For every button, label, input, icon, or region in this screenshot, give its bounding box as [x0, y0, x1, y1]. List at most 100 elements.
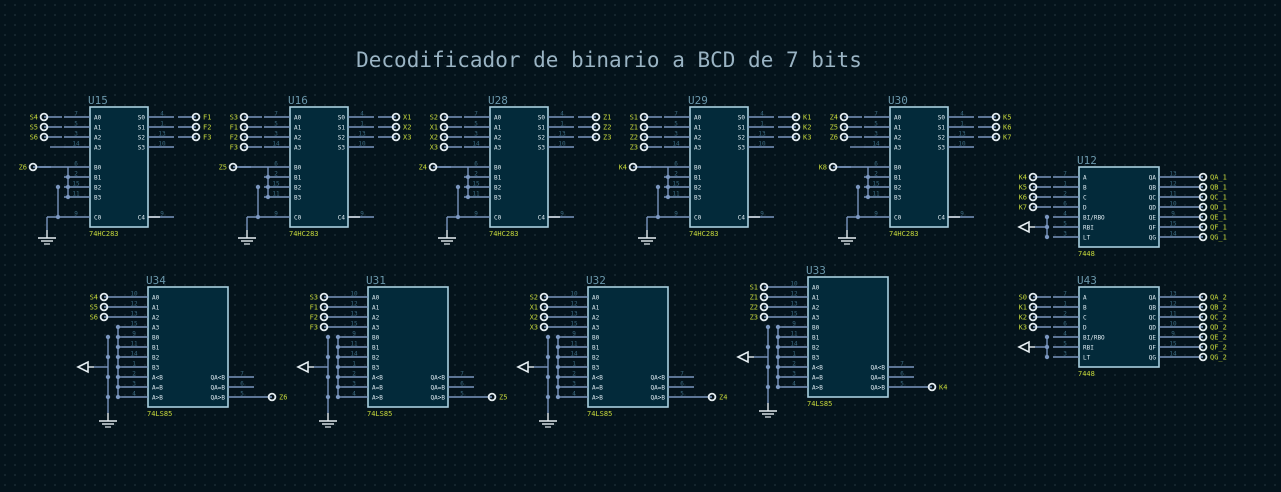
pin-name: B2 — [494, 185, 502, 192]
pin-name: QF — [1149, 225, 1157, 232]
pin-number: 7 — [874, 111, 878, 118]
net-label: Z6 — [19, 164, 27, 172]
junction-dot — [325, 374, 331, 380]
pin-number: 6 — [460, 381, 464, 388]
pin-name: C — [1083, 195, 1087, 202]
pin-number: 14 — [472, 141, 480, 148]
net-label: F2 — [203, 124, 211, 132]
junction-dot — [1044, 334, 1050, 340]
ic-part-number: 74LS85 — [367, 410, 392, 418]
pin-name: B0 — [94, 165, 102, 172]
pin-number: 11 — [672, 191, 680, 198]
net-label: K2 — [1019, 314, 1027, 322]
junction-dot — [335, 344, 341, 350]
net-label: S3 — [230, 114, 238, 122]
pin-number: 13 — [350, 311, 358, 318]
pin-number: 13 — [570, 311, 578, 318]
pin-name: A3 — [812, 315, 820, 322]
pin-number: 11 — [272, 191, 280, 198]
pin-name: S2 — [338, 135, 346, 142]
pin-number: 9 — [1171, 211, 1175, 218]
pin-name: A1 — [294, 125, 302, 132]
pin-name: A0 — [694, 115, 702, 122]
junction-dot — [265, 194, 271, 200]
pin-number: 9 — [132, 331, 136, 338]
pin-name: QE — [1149, 215, 1157, 222]
ic-part-number: 7448 — [1078, 370, 1095, 378]
pin-name: QA<B — [211, 375, 226, 382]
pin-number: 9 — [572, 331, 576, 338]
pin-name: A2 — [592, 315, 600, 322]
net-label: F3 — [230, 144, 238, 152]
pin-number: 6 — [674, 161, 678, 168]
power-flag-symbol — [296, 360, 309, 374]
pin-number: 15 — [790, 311, 798, 318]
junction-dot — [115, 354, 121, 360]
pin-name: S0 — [738, 115, 746, 122]
pin-number: 10 — [558, 141, 566, 148]
ic-reference: U15 — [88, 94, 108, 107]
net-label: S1 — [750, 284, 758, 292]
pin-name: B2 — [694, 185, 702, 192]
pin-number: 11 — [350, 341, 358, 348]
pin-name: A1 — [372, 305, 380, 312]
net-label: F3 — [310, 324, 318, 332]
pin-name: A<B — [812, 365, 823, 372]
pin-number: 12 — [1169, 301, 1177, 308]
pin-name: A3 — [94, 145, 102, 152]
pin-name: B2 — [592, 355, 600, 362]
junction-dot — [545, 354, 551, 360]
pin-name: B1 — [372, 345, 380, 352]
pin-number: 12 — [1169, 181, 1177, 188]
pin-name: A=B — [372, 385, 383, 392]
pin-number: 10 — [958, 141, 966, 148]
pin-number: 11 — [130, 341, 138, 348]
ic-part-number: 74HC283 — [289, 230, 319, 238]
pin-number: 3 — [474, 131, 478, 138]
pin-number: 9 — [674, 211, 678, 218]
pin-name: B2 — [152, 355, 160, 362]
junction-dot — [115, 344, 121, 350]
net-label: K5 — [1003, 114, 1011, 122]
net-label: Z1 — [630, 124, 638, 132]
net-label: K4 — [1019, 174, 1027, 182]
ic-reference: U30 — [888, 94, 908, 107]
junction-dot — [65, 194, 71, 200]
adder-u30: U3074HC283A07A15A23A314B06B12B215B311C09… — [819, 94, 1011, 245]
pin-name: A0 — [94, 115, 102, 122]
pin-name: QA>B — [651, 395, 666, 402]
pin-number: 7 — [474, 111, 478, 118]
junction-dot — [115, 364, 121, 370]
pin-name: B1 — [812, 335, 820, 342]
pin-name: A>B — [592, 395, 603, 402]
pin-name: S1 — [538, 125, 546, 132]
net-label: F2 — [230, 134, 238, 142]
pin-name: B — [1083, 185, 1087, 192]
power-flag-symbol — [516, 360, 529, 374]
ic-reference: U12 — [1077, 154, 1097, 167]
net-label: K1 — [1019, 304, 1027, 312]
ic-part-number: 74HC283 — [889, 230, 919, 238]
pin-name: QE — [1149, 335, 1157, 342]
junction-dot — [65, 184, 71, 190]
pin-number: 10 — [350, 291, 358, 298]
junction-dot — [555, 384, 561, 390]
pin-number: 2 — [1063, 191, 1067, 198]
pin-name: D — [1083, 325, 1087, 332]
pin-name: A2 — [152, 315, 160, 322]
pin-number: 14 — [130, 351, 138, 358]
pin-number: 6 — [74, 161, 78, 168]
net-label: S6 — [30, 134, 38, 142]
pin-number: 1 — [160, 121, 164, 128]
net-label: K6 — [1019, 194, 1027, 202]
adder-u16: U1674HC283A07A15A23A314B06B12B215B311C09… — [219, 94, 411, 245]
pin-name: S1 — [738, 125, 746, 132]
pin-number: 7 — [460, 371, 464, 378]
pin-name: QA>B — [871, 385, 886, 392]
net-label: X2 — [403, 124, 411, 132]
net-label: K3 — [803, 134, 811, 142]
ic-reference: U31 — [366, 274, 386, 287]
pin-number: 14 — [1169, 231, 1177, 238]
pin-number: 1 — [132, 361, 136, 368]
pin-name: B3 — [694, 195, 702, 202]
